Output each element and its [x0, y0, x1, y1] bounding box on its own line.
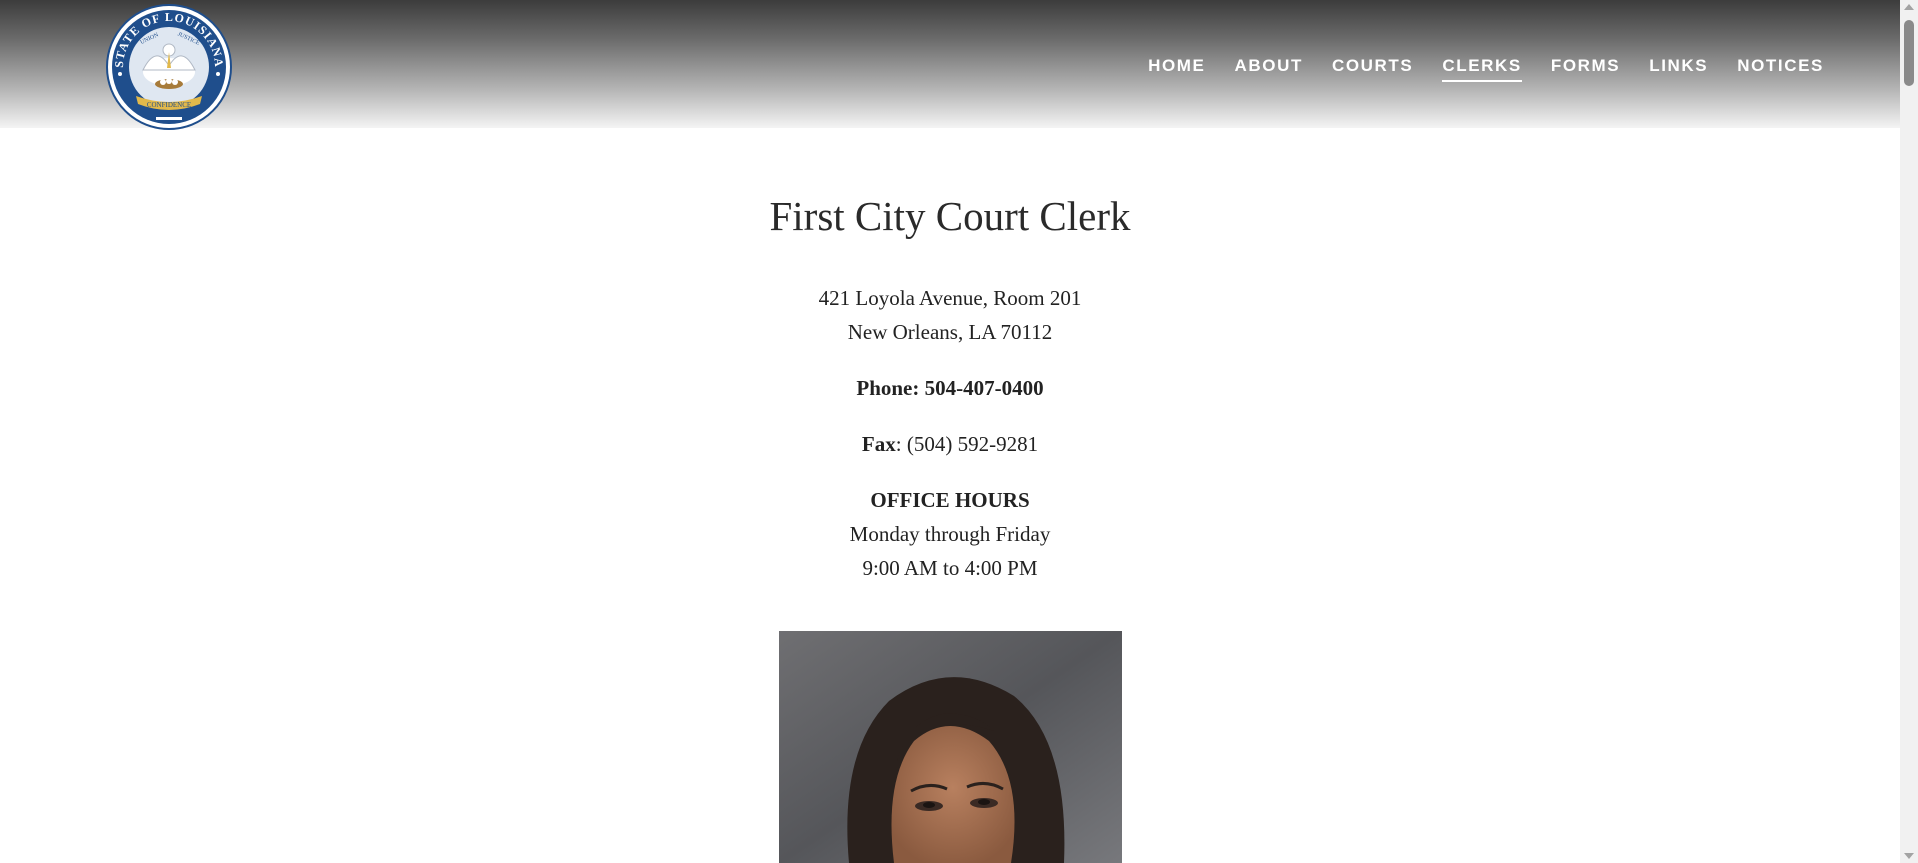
nav-about[interactable]: ABOUT	[1235, 55, 1303, 82]
office-hours-time: 9:00 AM to 4:00 PM	[862, 556, 1038, 580]
site-header: STATE OF LOUISIANA CONFIDENCE UNION JUST…	[0, 0, 1900, 130]
office-hours-days: Monday through Friday	[849, 522, 1051, 546]
seal-ribbon-text: CONFIDENCE	[147, 101, 191, 109]
nav-courts[interactable]: COURTS	[1332, 55, 1413, 82]
nav-home[interactable]: HOME	[1148, 55, 1205, 82]
nav-clerks[interactable]: CLERKS	[1442, 55, 1522, 82]
page-scrollbar[interactable]	[1900, 0, 1918, 863]
clerk-portrait-photo	[779, 631, 1122, 863]
address-line-2: New Orleans, LA 70112	[847, 320, 1053, 344]
scroll-down-arrow-icon[interactable]	[1904, 853, 1914, 859]
scrollbar-thumb[interactable]	[1904, 20, 1914, 86]
fax-number: : (504) 592-9281	[895, 432, 1039, 456]
fax-line: Fax: (504) 592-9281	[0, 430, 1900, 458]
page: STATE OF LOUISIANA CONFIDENCE UNION JUST…	[0, 0, 1918, 863]
scroll-up-arrow-icon[interactable]	[1904, 4, 1914, 10]
nav-links[interactable]: LINKS	[1649, 55, 1708, 82]
page-title: First City Court Clerk	[769, 193, 1131, 239]
nav-forms[interactable]: FORMS	[1551, 55, 1620, 82]
phone-number: Phone: 504-407-0400	[856, 376, 1044, 400]
nav-notices[interactable]: NOTICES	[1737, 55, 1824, 82]
louisiana-seal-logo[interactable]: STATE OF LOUISIANA CONFIDENCE UNION JUST…	[106, 4, 232, 130]
main-nav: HOME ABOUT COURTS CLERKS FORMS LINKS NOT…	[1119, 55, 1824, 82]
address-line-1: 421 Loyola Avenue, Room 201	[818, 286, 1082, 310]
fax-label: Fax	[861, 432, 896, 456]
office-hours-heading: OFFICE HOURS	[870, 488, 1030, 512]
